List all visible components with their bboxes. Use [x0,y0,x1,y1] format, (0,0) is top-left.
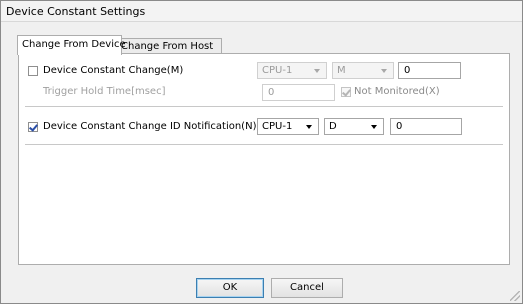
device-number-field[interactable]: 0 [398,62,461,79]
trigger-hold-time-label: Trigger Hold Time[msec] [43,86,166,97]
chevron-down-icon [371,125,377,129]
separator [25,106,503,107]
settings-panel: Device Constant Change(M) CPU-1 M 0 Trig… [18,53,510,265]
title-bar: Device Constant Settings [1,1,522,22]
cpu-select-value: CPU-1 [262,121,293,132]
tab-change-from-device[interactable]: Change From Device [17,35,126,55]
device-select-value: D [329,121,337,132]
id-device-number-value: 0 [396,121,403,132]
chevron-down-icon [381,69,387,73]
device-number-value: 0 [404,65,411,76]
id-notification-label: Device Constant Change ID Notification(N… [43,121,257,132]
device-constant-settings-dialog: Device Constant Settings Change From Dev… [0,0,523,304]
id-notification-checkbox[interactable] [28,122,38,132]
cpu-select-disabled[interactable]: CPU-1 [257,62,327,79]
cpu-select-value: CPU-1 [262,65,293,76]
device-constant-change-checkbox[interactable] [28,66,38,76]
not-monitored-checkbox[interactable] [341,87,351,97]
separator [25,144,503,145]
cpu-select[interactable]: CPU-1 [257,118,319,135]
device-select-value: M [337,65,346,76]
chevron-down-icon [314,69,320,73]
chevron-down-icon [306,125,312,129]
device-select-disabled[interactable]: M [332,62,394,79]
cancel-button[interactable]: Cancel [271,278,343,298]
ok-button[interactable]: OK [196,278,264,298]
window-title: Device Constant Settings [6,5,146,18]
id-device-number-field[interactable]: 0 [390,118,462,135]
device-constant-change-label: Device Constant Change(M) [43,65,184,76]
device-select[interactable]: D [324,118,384,135]
not-monitored-label: Not Monitored(X) [354,86,440,97]
trigger-hold-time-field[interactable]: 0 [262,84,335,101]
trigger-hold-time-value: 0 [268,87,275,98]
resize-grip[interactable] [510,291,520,301]
